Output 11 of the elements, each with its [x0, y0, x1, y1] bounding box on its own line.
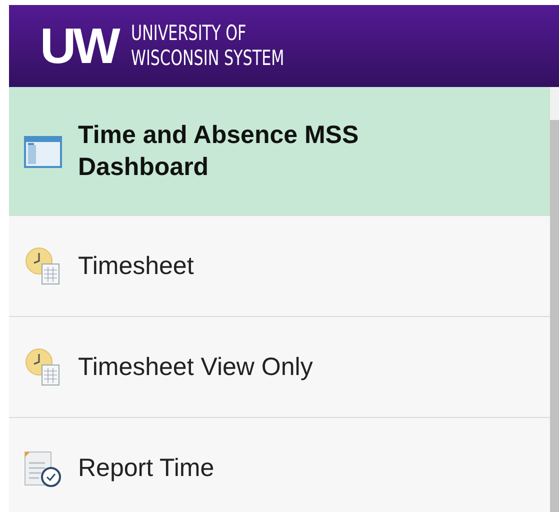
document-clock-icon [24, 449, 62, 487]
clock-sheet-icon [24, 348, 62, 386]
menu-item[interactable]: Time and Absence MSS Dashboard [9, 87, 550, 216]
logo-mark: UW [40, 21, 120, 71]
scrollbar[interactable] [550, 87, 559, 512]
menu-item[interactable]: Report Time [9, 418, 550, 512]
logo-text: WISCONSIN SYSTEM [131, 46, 285, 71]
clock-sheet-icon [24, 247, 62, 285]
menu-item[interactable]: Timesheet [9, 216, 550, 317]
menu-item[interactable]: Timesheet View Only [9, 317, 550, 418]
logo-text: UNIVERSITY OF [131, 21, 248, 46]
